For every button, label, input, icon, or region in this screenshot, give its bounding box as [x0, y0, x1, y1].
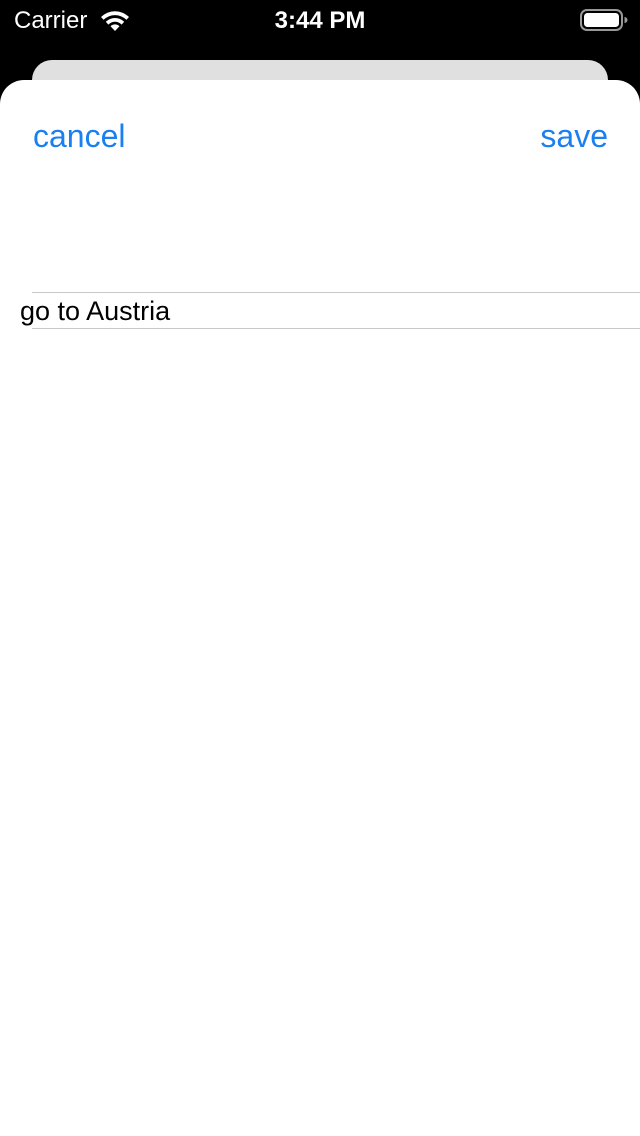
battery-icon	[580, 9, 628, 31]
cancel-button[interactable]: cancel	[33, 116, 126, 156]
row-separator-bottom	[32, 328, 640, 329]
task-text-field[interactable]	[20, 294, 620, 328]
save-button[interactable]: save	[540, 116, 608, 156]
status-time: 3:44 PM	[274, 7, 366, 34]
task-row	[0, 292, 640, 329]
screen: Carrier 3:44 PM cancel save	[0, 0, 640, 1136]
row-separator-top	[32, 292, 640, 293]
status-bar: Carrier 3:44 PM	[0, 0, 640, 40]
edit-sheet: cancel save	[0, 80, 640, 1136]
